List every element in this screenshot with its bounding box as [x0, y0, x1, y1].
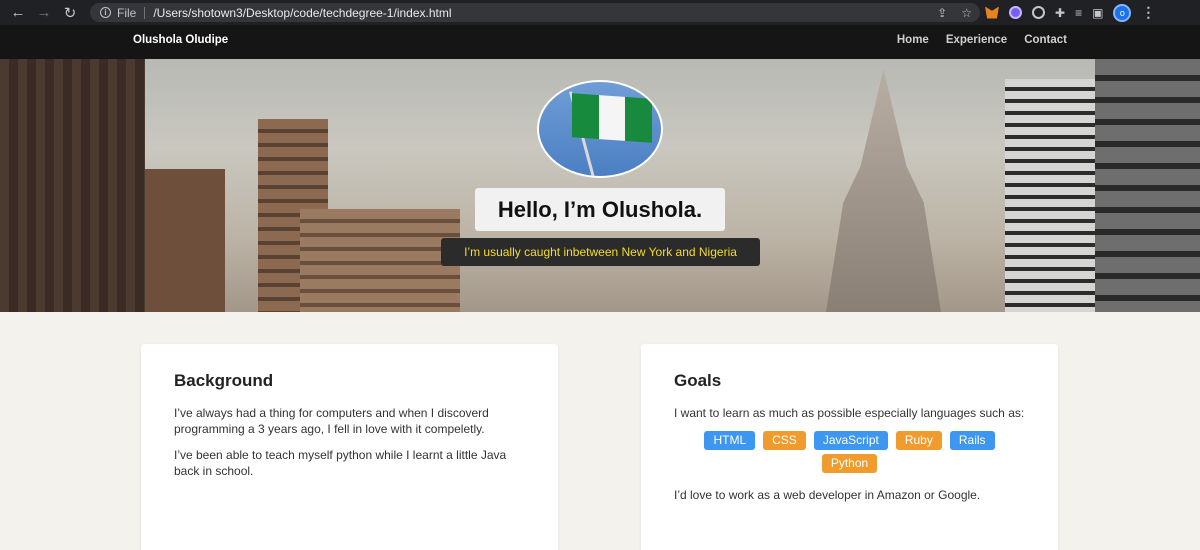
building-shape — [1005, 79, 1095, 312]
media-icon[interactable]: ≡ — [1075, 6, 1082, 20]
background-paragraph: I’ve always had a thing for computers an… — [174, 406, 489, 436]
site-navbar: Olushola Oludipe Home Experience Contact — [0, 25, 1200, 59]
tag-python: Python — [821, 454, 878, 473]
bookmark-star-icon[interactable]: ☆ — [961, 6, 972, 20]
hero-background-image — [0, 59, 145, 312]
tag-html: HTML — [704, 431, 756, 450]
metamask-extension-icon[interactable] — [985, 6, 999, 19]
file-label: File — [117, 5, 137, 20]
tag-css: CSS — [763, 431, 806, 450]
brand-name[interactable]: Olushola Oludipe — [133, 34, 228, 46]
tag-ruby: Ruby — [895, 431, 942, 450]
kebab-menu-icon[interactable]: ⋮ — [1141, 4, 1155, 21]
hero-subtitle-box: I’m usually caught inbetween New York an… — [441, 238, 760, 266]
building-spire — [826, 69, 941, 312]
reload-icon[interactable]: ↻ — [57, 0, 83, 25]
background-card: Background I’ve always had a thing for c… — [141, 344, 558, 550]
profile-avatar[interactable]: o — [1113, 3, 1132, 22]
hero-title: Hello, I’m Olushola. — [497, 196, 703, 222]
nav-home-link[interactable]: Home — [897, 34, 929, 46]
hero-title-box: Hello, I’m Olushola. — [475, 188, 725, 231]
back-arrow-icon[interactable]: ← — [5, 0, 31, 25]
tag-rails: Rails — [949, 431, 995, 450]
puzzle-icon[interactable]: ✚ — [1055, 6, 1065, 20]
nav-links: Home Experience Contact — [897, 34, 1067, 46]
hero-subtitle: I’m usually caught inbetween New York an… — [464, 245, 737, 259]
share-icon[interactable]: ⇪ — [937, 6, 947, 20]
background-heading: Background — [174, 371, 274, 390]
profile-avatar-flag — [537, 80, 663, 178]
building-shape — [1095, 59, 1200, 312]
url-text[interactable]: /Users/shotown3/Desktop/code/techdegree-… — [153, 6, 451, 20]
forward-arrow-icon[interactable]: → — [31, 0, 57, 25]
building-shape — [300, 209, 460, 312]
goals-intro: I want to learn as much as possible espe… — [674, 406, 1025, 420]
address-bar[interactable]: i File /Users/shotown3/Desktop/code/tech… — [90, 3, 980, 22]
sidebar-icon[interactable]: ▣ — [1092, 6, 1103, 20]
info-icon[interactable]: i — [100, 7, 111, 18]
extension-icon[interactable] — [1009, 6, 1022, 19]
language-tags: HTML CSS JavaScript Ruby Rails Python — [674, 431, 1025, 473]
nigeria-flag-icon — [572, 93, 653, 143]
goals-heading: Goals — [674, 371, 722, 390]
tag-javascript: JavaScript — [813, 431, 888, 450]
nav-experience-link[interactable]: Experience — [946, 34, 1007, 46]
background-paragraph: I’ve been able to teach myself python wh… — [174, 448, 507, 478]
building-shape — [145, 169, 225, 312]
goals-outro: I’d love to work as a web developer in A… — [674, 488, 981, 502]
goals-card: Goals I want to learn as much as possibl… — [641, 344, 1058, 550]
nav-contact-link[interactable]: Contact — [1024, 34, 1067, 46]
extension-icon[interactable] — [1032, 6, 1045, 19]
browser-toolbar: ← → ↻ i File /Users/shotown3/Desktop/cod… — [0, 0, 1200, 25]
address-separator — [144, 6, 146, 19]
